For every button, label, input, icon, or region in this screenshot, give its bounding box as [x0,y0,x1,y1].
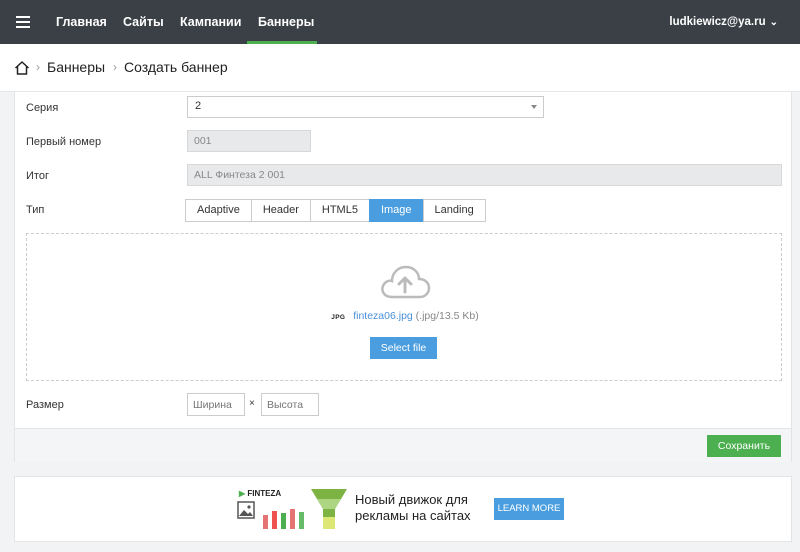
breadcrumb-banners[interactable]: Баннеры [47,59,105,75]
series-value: 2 [195,100,202,112]
breadcrumb-current: Создать баннер [124,59,228,75]
banner-form: Серия 2 Первый номер 001 Итог ALL Финтез… [14,92,792,462]
nav-item-banners[interactable]: Баннеры [247,0,317,44]
file-meta: (.jpg/13.5 Kb) [415,310,479,322]
times-sign: × [249,398,255,409]
first-number-label: Первый номер [26,136,102,148]
user-email: ludkiewicz@ya.ru [669,16,766,28]
type-selector: Adaptive Header HTML5 Image Landing [185,199,486,222]
series-label: Серия [26,102,59,114]
nav-item-campaigns[interactable]: Кампании [180,0,241,44]
file-type-tag: JPG [331,314,346,321]
upload-dropzone[interactable]: JPG finteza06.jpg (.jpg/13.5 Kb) Select f… [26,233,782,381]
breadcrumb-separator: › [36,60,40,74]
total-field: ALL Финтеза 2 001 [187,164,782,186]
save-button[interactable]: Сохранить [707,435,781,457]
ad-banner[interactable]: ▶ FINTEZA Новый движок для рекламы на са… [237,487,569,531]
ad-text: Новый движок для рекламы на сайтах [355,492,471,524]
nav-item-home[interactable]: Главная [56,0,107,44]
ad-text-line-1: Новый движок для [355,492,468,507]
type-image-button[interactable]: Image [368,199,424,222]
type-header-button[interactable]: Header [250,199,311,222]
user-menu[interactable]: ludkiewicz@ya.ru ⌄ [669,0,778,44]
home-icon[interactable] [14,60,30,76]
series-select[interactable]: 2 [187,96,544,118]
file-name-link[interactable]: finteza06.jpg [353,310,413,322]
nav-item-sites[interactable]: Сайты [123,0,164,44]
total-label: Итог [26,170,49,182]
form-footer: Сохранить [15,428,791,462]
breadcrumb: › Баннеры › Создать баннер [0,44,800,92]
breadcrumb-separator: › [113,60,117,74]
select-file-button[interactable]: Select file [370,337,437,359]
funnel-icon [311,489,347,529]
height-input[interactable] [261,393,319,416]
ad-text-line-2: рекламы на сайтах [355,508,471,523]
type-landing-button[interactable]: Landing [422,199,486,222]
chevron-down-icon: ⌄ [769,17,778,28]
menu-icon[interactable] [16,16,30,28]
image-icon [237,501,255,519]
top-navbar: Главная Сайты Кампании Баннеры ludkiewic… [0,0,800,44]
bar-chart-icon [263,509,304,529]
ad-panel: ▶ FINTEZA Новый движок для рекламы на са… [14,476,792,542]
type-label: Тип [26,204,45,216]
width-input[interactable] [187,393,245,416]
uploaded-file-info: JPG finteza06.jpg (.jpg/13.5 Kb) [27,310,783,322]
chevron-down-icon [531,105,537,109]
ad-logo: ▶ FINTEZA [239,489,282,498]
first-number-field: 001 [187,130,311,152]
type-html5-button[interactable]: HTML5 [309,199,370,222]
type-adaptive-button[interactable]: Adaptive [185,199,252,222]
ad-logo-text: FINTEZA [247,489,282,498]
learn-more-button[interactable]: LEARN MORE [494,498,564,520]
cloud-upload-icon [381,265,431,299]
size-label: Размер [26,399,64,411]
